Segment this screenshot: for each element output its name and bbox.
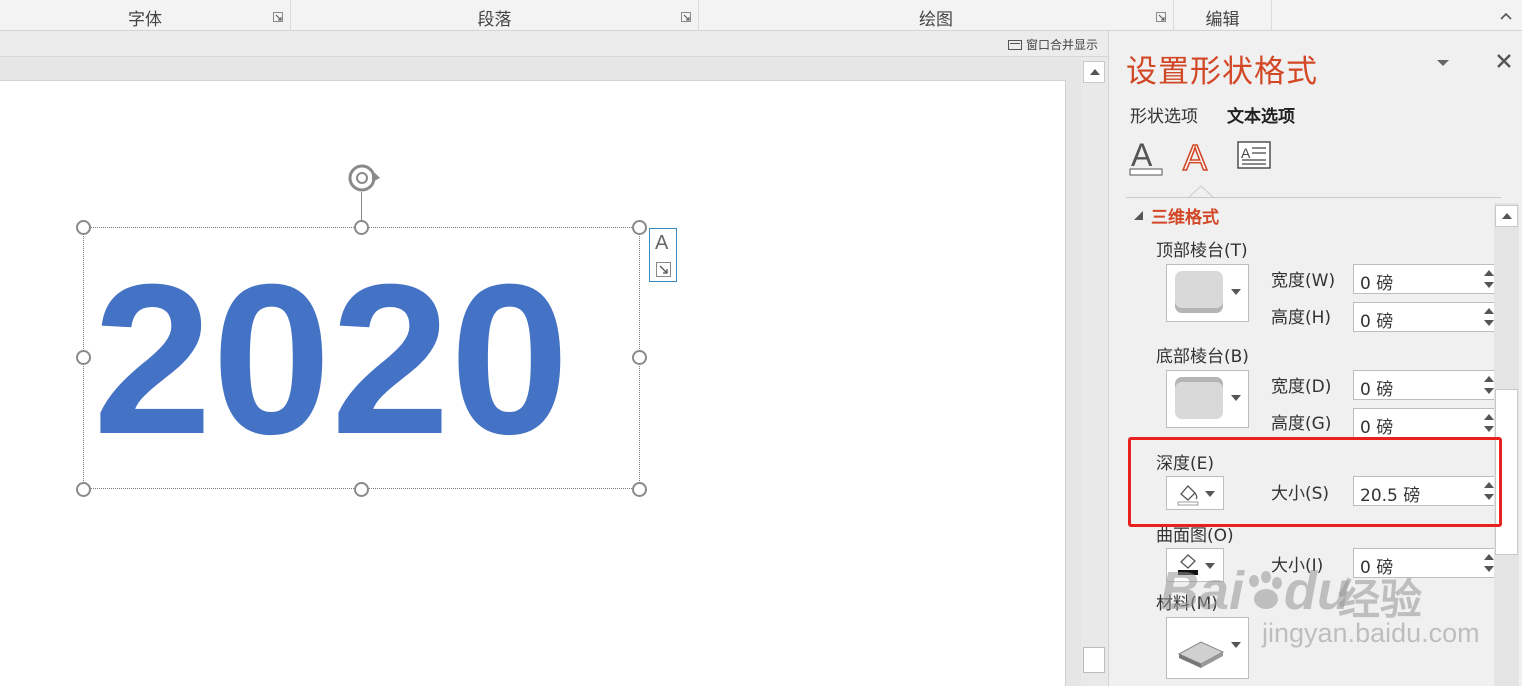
bottom-bevel-width-label: 宽度(D) — [1271, 377, 1332, 397]
svg-text:A: A — [1183, 137, 1207, 178]
textbox-icon[interactable]: A — [1236, 136, 1276, 178]
window-icon — [1007, 39, 1022, 50]
ribbon-group-font: 字体 — [0, 0, 291, 31]
dialog-launcher-icon[interactable] — [681, 12, 691, 22]
active-category-indicator — [1189, 185, 1213, 198]
collapse-ribbon-icon[interactable] — [1498, 8, 1514, 24]
text-fill-icon[interactable]: A — [1126, 136, 1166, 178]
text-a-icon: A — [655, 232, 669, 254]
dialog-launcher-icon[interactable] — [1156, 12, 1166, 22]
ribbon-group-label: 编辑 — [1205, 10, 1240, 30]
merge-window-button[interactable]: 窗口合并显示 — [1007, 36, 1098, 53]
ribbon-group-label: 字体 — [128, 10, 162, 30]
ribbon-group-drawing: 绘图 — [699, 0, 1174, 31]
ribbon-group-paragraph: 段落 — [291, 0, 699, 31]
bottom-bevel-height-label: 高度(G) — [1271, 414, 1332, 434]
bevel-preview-icon — [1175, 377, 1223, 419]
paw-logo-icon — [1249, 571, 1283, 609]
pane-title: 设置形状格式 — [1126, 54, 1318, 90]
ribbon-group-editing: 编辑 — [1174, 0, 1272, 31]
collapse-triangle-icon — [1134, 211, 1143, 220]
watermark-url: jingyan.baidu.com — [1262, 618, 1480, 648]
material-preview-icon — [1177, 641, 1225, 668]
text-effects-icon[interactable]: A — [1178, 136, 1218, 178]
rotate-handle-icon[interactable] — [344, 160, 384, 196]
close-icon[interactable] — [1494, 51, 1514, 71]
ribbon-group-label: 绘图 — [919, 10, 953, 30]
slide-text-2020[interactable]: 2020 — [93, 253, 569, 467]
top-bevel-label: 顶部棱台(T) — [1156, 241, 1248, 261]
svg-text:A: A — [1131, 137, 1153, 173]
resize-handle-left[interactable] — [76, 350, 91, 365]
resize-handle-top-left[interactable] — [76, 220, 91, 235]
value: 0 磅 — [1360, 274, 1394, 294]
top-bevel-height-label: 高度(H) — [1271, 308, 1332, 328]
app-window: 字体 段落 绘图 编辑 窗口合并显示 2020 A 设置形状格式 形状选项 文本… — [0, 0, 1522, 686]
dialog-launcher-icon[interactable] — [273, 12, 283, 22]
ribbon-group-label: 段落 — [477, 10, 512, 30]
material-gallery[interactable] — [1166, 617, 1249, 679]
caret-up-icon — [1502, 213, 1512, 219]
section-title: 三维格式 — [1151, 208, 1219, 228]
svg-text:A: A — [1241, 145, 1251, 161]
watermark-brand: Bai du — [1160, 561, 1351, 621]
workspace-scrollbar[interactable] — [1081, 57, 1108, 686]
divider — [1126, 197, 1501, 198]
resize-handle-bottom-right[interactable] — [632, 482, 647, 497]
scroll-up-button[interactable] — [1083, 61, 1105, 83]
tab-text-options[interactable]: 文本选项 — [1227, 102, 1295, 127]
dropdown-arrow-icon — [1231, 642, 1241, 648]
value: 0 磅 — [1360, 380, 1394, 400]
merge-window-label: 窗口合并显示 — [1025, 38, 1098, 52]
layout-options-button[interactable]: A — [649, 228, 677, 282]
layout-options-icon — [656, 262, 671, 277]
pane-options-dropdown-icon[interactable] — [1435, 58, 1451, 68]
top-bevel-width-label: 宽度(W) — [1271, 271, 1336, 291]
bottom-bevel-label: 底部棱台(B) — [1156, 347, 1249, 367]
value: 0 磅 — [1360, 418, 1394, 438]
value: 0 磅 — [1360, 312, 1394, 332]
scroll-up-button[interactable] — [1495, 205, 1518, 227]
top-bevel-height-input[interactable]: 0 磅 — [1353, 302, 1498, 332]
resize-handle-top[interactable] — [354, 220, 369, 235]
resize-handle-bottom-left[interactable] — [76, 482, 91, 497]
workspace-bar: 窗口合并显示 — [0, 31, 1108, 57]
top-bevel-width-input[interactable]: 0 磅 — [1353, 264, 1498, 294]
section-3d-format[interactable]: 三维格式 — [1134, 203, 1219, 228]
bottom-bevel-height-input[interactable]: 0 磅 — [1353, 408, 1498, 438]
resize-handle-right[interactable] — [632, 350, 647, 365]
resize-handle-top-right[interactable] — [632, 220, 647, 235]
dropdown-arrow-icon — [1231, 289, 1241, 295]
bottom-bevel-width-input[interactable]: 0 磅 — [1353, 370, 1498, 400]
bottom-bevel-gallery[interactable] — [1166, 370, 1249, 428]
bevel-preview-icon — [1175, 271, 1223, 313]
top-bevel-gallery[interactable] — [1166, 264, 1249, 322]
ribbon-group-bar: 字体 段落 绘图 编辑 — [0, 0, 1522, 31]
dropdown-arrow-icon — [1231, 395, 1241, 401]
resize-handle-bottom[interactable] — [354, 482, 369, 497]
scroll-thumb[interactable] — [1083, 647, 1105, 673]
highlight-box — [1128, 437, 1502, 527]
caret-up-icon — [1090, 69, 1100, 75]
tab-shape-options[interactable]: 形状选项 — [1130, 102, 1198, 127]
rotation-stem — [361, 192, 362, 220]
